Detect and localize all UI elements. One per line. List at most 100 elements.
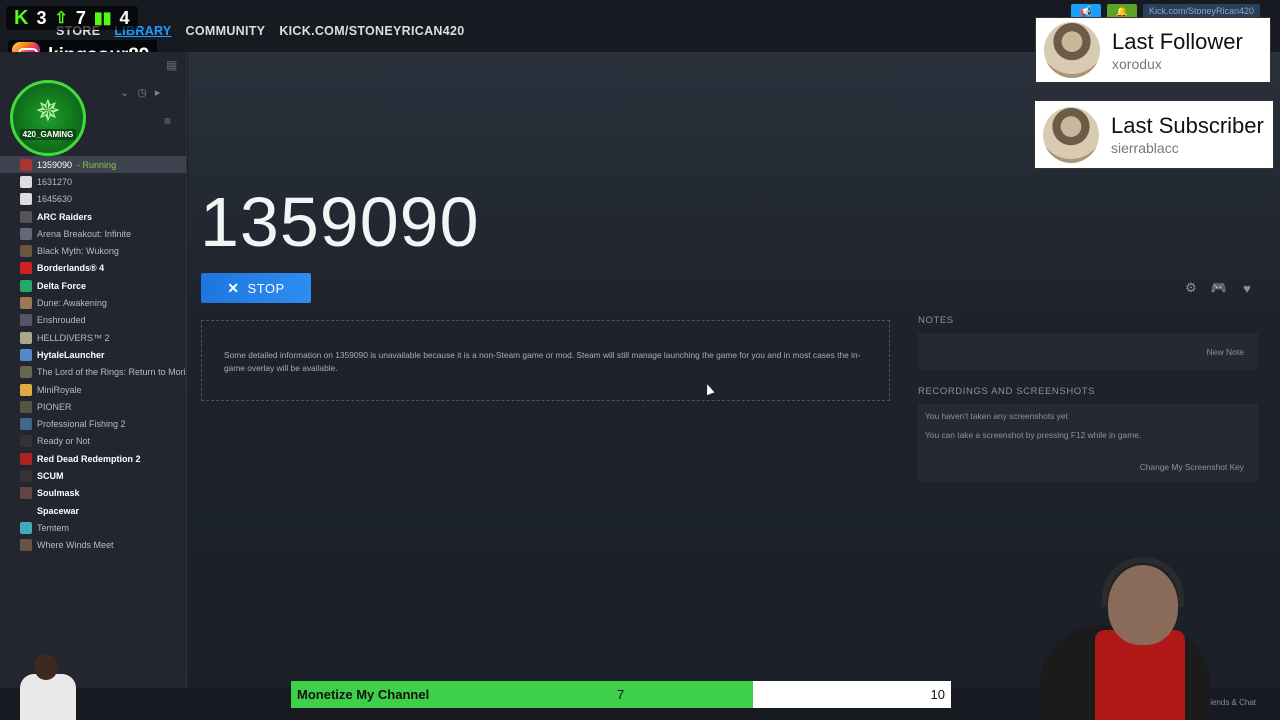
- gear-icon[interactable]: ⚙: [1181, 279, 1201, 297]
- list-item[interactable]: Professional Fishing 2: [0, 415, 186, 432]
- grid-view-icon[interactable]: ▦: [166, 58, 177, 72]
- list-item[interactable]: HytaleLauncher: [0, 346, 186, 363]
- game-name: The Lord of the Rings: Return to Mori: [37, 367, 186, 378]
- list-item[interactable]: Where Winds Meet: [0, 537, 186, 554]
- new-note-button[interactable]: New Note: [1207, 347, 1244, 357]
- game-icon: [20, 504, 32, 517]
- list-item[interactable]: Arena Breakout: Infinite: [0, 225, 186, 242]
- game-name: Spacewar: [37, 505, 80, 516]
- followers-count: 7: [75, 7, 86, 28]
- game-name: PIONER: [37, 401, 72, 412]
- game-icon: [20, 487, 32, 500]
- game-list: 1359090 - Running 1631270 1645630 ARC Raide…: [0, 156, 186, 554]
- goal-current: 7: [617, 687, 625, 702]
- game-name: Red Dead Redemption 2: [37, 453, 141, 464]
- list-item[interactable]: SCUM: [0, 467, 186, 484]
- list-item[interactable]: Ready or Not: [0, 433, 186, 450]
- list-item[interactable]: Enshrouded: [0, 312, 186, 329]
- game-name: Dune: Awakening: [37, 298, 107, 309]
- game-name: Borderlands® 4: [37, 263, 105, 274]
- game-name: Ready or Not: [37, 436, 91, 447]
- list-item[interactable]: Dune: Awakening: [0, 294, 186, 311]
- recordings-box: You haven't taken any screenshots yet Yo…: [918, 404, 1258, 482]
- game-name: 1631270: [37, 176, 73, 187]
- game-icon: [20, 435, 32, 448]
- recordings-heading: RECORDINGS AND SCREENSHOTS: [918, 386, 1096, 397]
- kick-count: 3: [36, 7, 47, 28]
- play-circle-icon[interactable]: ▸: [155, 86, 161, 99]
- list-item[interactable]: 1359090 - Running: [0, 156, 186, 174]
- avatar: [1043, 106, 1099, 163]
- game-icon: [20, 262, 32, 275]
- last-follower-name: xorodux: [1112, 55, 1162, 72]
- list-item[interactable]: PIONER: [0, 398, 186, 415]
- list-item[interactable]: The Lord of the Rings: Return to Mori: [0, 364, 186, 381]
- last-subscriber-label: Last Subscriber: [1111, 113, 1264, 138]
- nav-community[interactable]: COMMUNITY: [186, 24, 266, 38]
- heart-icon[interactable]: ♥: [1237, 279, 1257, 297]
- last-follower-label: Last Follower: [1112, 28, 1243, 54]
- list-item[interactable]: Borderlands® 4: [0, 260, 186, 277]
- game-name: ARC Raiders: [37, 211, 93, 222]
- stop-button[interactable]: ✕ STOP: [201, 273, 311, 303]
- cannabis-leaf-icon: ✵: [35, 94, 61, 128]
- game-icon: [20, 469, 32, 482]
- 420-gaming-logo: ✵ 420_GAMING: [10, 80, 86, 156]
- list-item[interactable]: 1631270: [0, 173, 186, 190]
- friends-chat-button[interactable]: iends & Chat: [1210, 698, 1256, 707]
- game-icon: [20, 279, 32, 292]
- list-item[interactable]: ARC Raiders: [0, 208, 186, 225]
- list-item[interactable]: Soulmask: [0, 485, 186, 502]
- mini-webcam: [14, 652, 94, 720]
- game-name: 1359090: [37, 159, 73, 170]
- list-item[interactable]: Spacewar: [0, 502, 186, 519]
- game-icon: [20, 418, 32, 431]
- game-icon: [20, 348, 32, 361]
- list-item[interactable]: Delta Force: [0, 277, 186, 294]
- nav-username[interactable]: KICK.COM/STONEYRICAN420: [279, 24, 464, 38]
- no-screenshots-text: You haven't taken any screenshots yet: [925, 411, 1068, 421]
- game-icon: [20, 331, 32, 344]
- game-title: 1359090: [200, 183, 480, 261]
- goal-bar: Monetize My Channel 7 10: [291, 681, 951, 708]
- last-subscriber-card: Last Subscriber sierrablacc: [1034, 100, 1274, 169]
- game-icon: [20, 210, 32, 223]
- list-item[interactable]: Red Dead Redemption 2: [0, 450, 186, 467]
- list-item[interactable]: Temtem: [0, 519, 186, 536]
- game-icon: [20, 452, 32, 465]
- game-name: 1645630: [37, 194, 73, 205]
- game-name: Black Myth: Wukong: [37, 246, 119, 257]
- goal-label: Monetize My Channel: [297, 687, 430, 702]
- controller-icon[interactable]: 🎮: [1209, 279, 1229, 297]
- game-name: Where Winds Meet: [37, 540, 114, 551]
- notes-heading: NOTES: [918, 315, 954, 326]
- stream-stats-overlay: K 3 ⇧ 7 ▮▮ 4: [6, 6, 138, 30]
- game-name: Soulmask: [37, 488, 80, 499]
- list-item[interactable]: MiniRoyale: [0, 381, 186, 398]
- change-screenshot-key-link[interactable]: Change My Screenshot Key: [1140, 462, 1244, 472]
- list-item[interactable]: 1645630: [0, 191, 186, 208]
- viewers-bars-icon: ▮▮: [93, 10, 112, 27]
- list-item[interactable]: Black Myth: Wukong: [0, 242, 186, 259]
- game-name: Arena Breakout: Infinite: [37, 228, 132, 239]
- game-name: HELLDIVERS™ 2: [37, 332, 110, 343]
- game-icon: [20, 383, 32, 396]
- game-name: Professional Fishing 2: [37, 419, 126, 430]
- game-name: MiniRoyale: [37, 384, 82, 395]
- game-icon: [20, 314, 32, 327]
- library-sidebar: ▦ ⌄ ◷ ▸ ≡ 1359090 - Running 1631270 164563…: [0, 52, 187, 720]
- filter-icon[interactable]: ≡: [164, 114, 171, 128]
- game-icon: [20, 521, 32, 534]
- game-name: Delta Force: [37, 280, 87, 291]
- game-name: Temtem: [37, 522, 70, 533]
- game-name: SCUM: [37, 470, 64, 481]
- game-actions: ⚙ 🎮 ♥: [1181, 279, 1257, 297]
- kick-logo-icon: K: [14, 6, 29, 29]
- recent-clock-icon[interactable]: ◷: [137, 86, 147, 99]
- list-item[interactable]: HELLDIVERS™ 2: [0, 329, 186, 346]
- chevron-down-icon[interactable]: ⌄: [120, 86, 129, 99]
- game-icon: [20, 366, 32, 379]
- notes-box[interactable]: New Note: [918, 333, 1258, 369]
- game-icon: [20, 158, 32, 171]
- game-icon: [20, 227, 32, 240]
